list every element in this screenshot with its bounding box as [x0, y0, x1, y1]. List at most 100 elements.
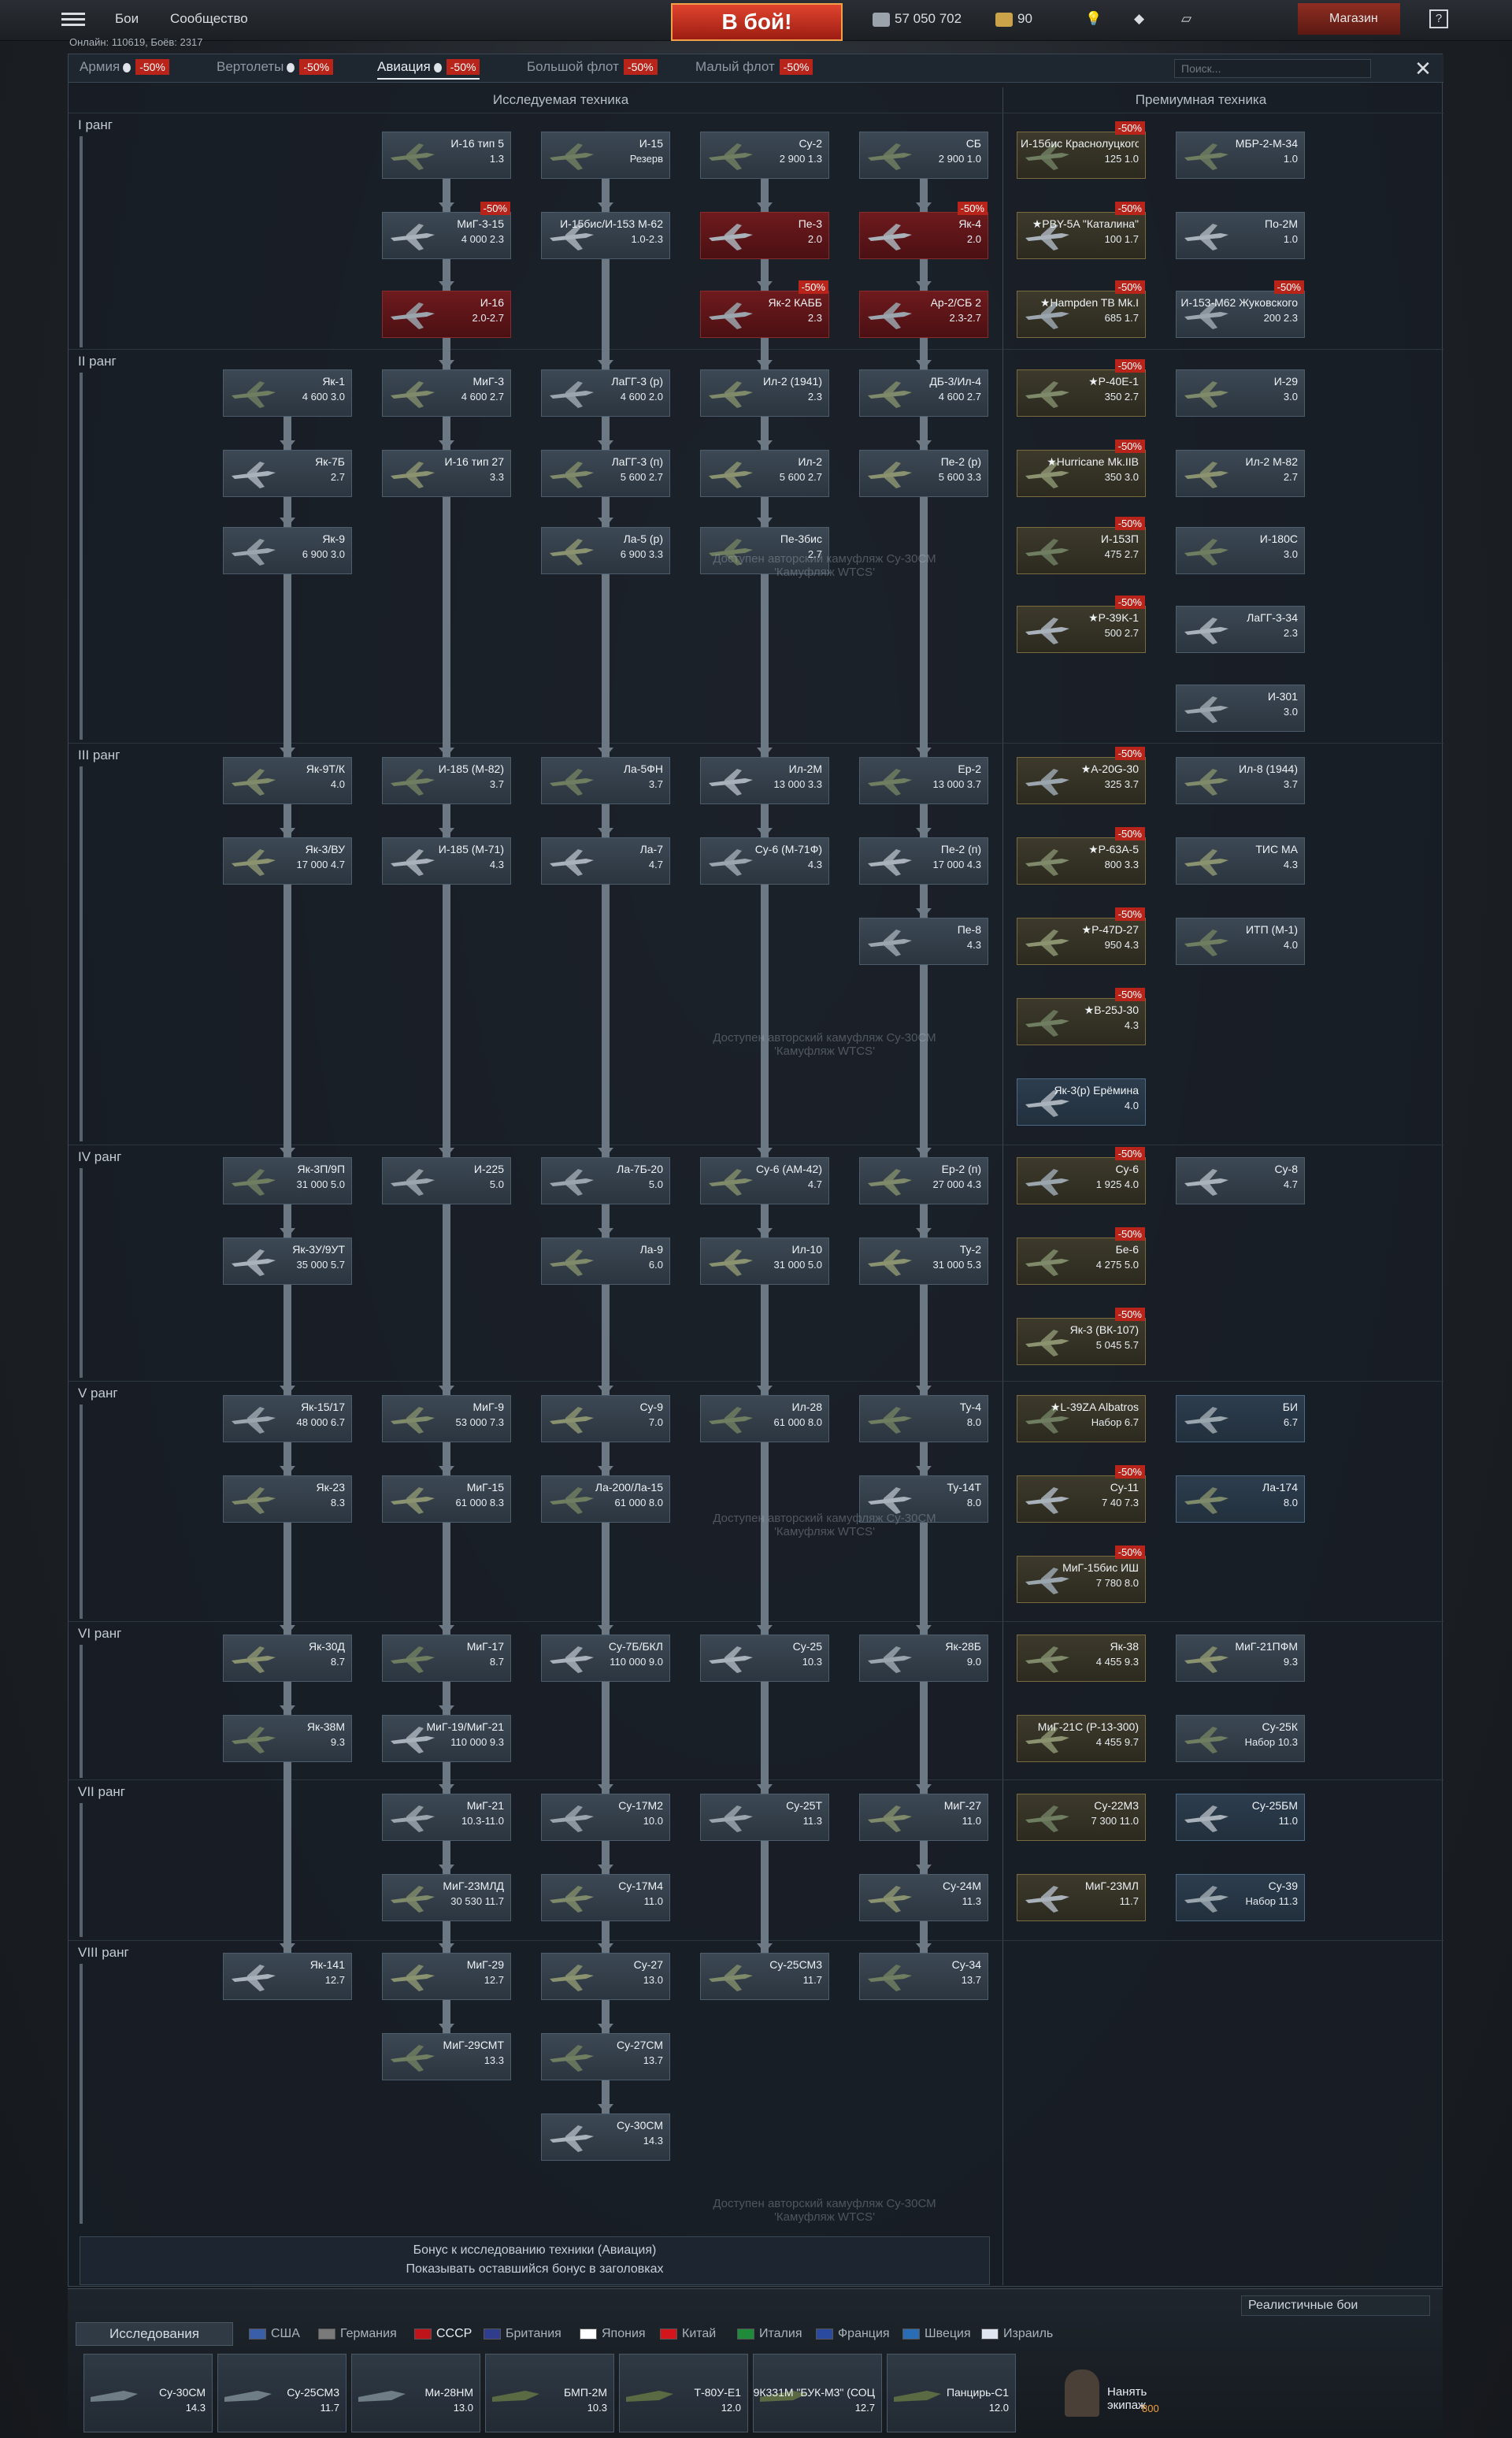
vehicle-card[interactable]: И-16 2.0-2.7 — [382, 291, 511, 338]
vehicle-card[interactable]: ЛаГГ-3 (п) 5 600 2.7 — [541, 450, 670, 497]
vehicle-card[interactable]: Су-2 2 900 1.3 — [700, 132, 829, 179]
vehicle-card[interactable]: БИ 6.7 — [1176, 1395, 1305, 1442]
vehicle-card[interactable]: Як-141 12.7 — [223, 1953, 352, 2000]
vehicle-card[interactable]: И-225 5.0 — [382, 1157, 511, 1204]
vehicle-card[interactable]: И-16 тип 27 3.3 — [382, 450, 511, 497]
vehicle-card[interactable]: ★A-20G-30 325 3.7 -50% — [1017, 747, 1146, 804]
vehicle-card[interactable]: Пе-3 2.0 — [700, 212, 829, 259]
nation-tab[interactable]: Франция — [816, 2327, 890, 2341]
vehicle-card[interactable]: Як-3(р) Ерёмина 4.0 — [1017, 1078, 1146, 1126]
vehicle-card[interactable]: Ла-200/Ла-15 61 000 8.0 — [541, 1475, 670, 1523]
vehicle-card[interactable]: Ил-10 31 000 5.0 — [700, 1238, 829, 1285]
hire-crew-slot[interactable]: Нанять экипаж 800 — [1060, 2354, 1186, 2432]
vehicle-card[interactable]: ЛаГГ-3 (р) 4 600 2.0 — [541, 369, 670, 417]
vehicle-card[interactable]: Бе-6 4 275 5.0 -50% — [1017, 1227, 1146, 1285]
vehicle-card[interactable]: Су-25К Набор 10.3 — [1176, 1715, 1305, 1762]
vehicle-card[interactable]: Ту-4 8.0 — [859, 1395, 988, 1442]
rank-label[interactable]: VIII ранг — [78, 1945, 129, 1961]
vehicle-card[interactable]: Су-22М3 7 300 11.0 — [1017, 1794, 1146, 1841]
help-button[interactable]: ? — [1429, 9, 1448, 28]
vehicle-card[interactable]: МиГ-9 53 000 7.3 — [382, 1395, 511, 1442]
vehicle-card[interactable]: Як-1 4 600 3.0 — [223, 369, 352, 417]
vehicle-card[interactable]: Як-9Т/К 4.0 — [223, 757, 352, 804]
vehicle-card[interactable]: МиГ-15бис ИШ 7 780 8.0 -50% — [1017, 1546, 1146, 1603]
vehicle-card[interactable]: Су-30СМ 14.3 — [541, 2113, 670, 2161]
vehicle-card[interactable]: И-153П 475 2.7 -50% — [1017, 517, 1146, 574]
vehicle-card[interactable]: Су-27 13.0 — [541, 1953, 670, 2000]
rank-label[interactable]: III ранг — [78, 748, 120, 763]
vehicle-card[interactable]: Як-3/ВУ 17 000 4.7 — [223, 837, 352, 885]
vehicle-card[interactable]: Су-24М 11.3 — [859, 1874, 988, 1921]
vehicle-card[interactable]: МиГ-3-15 4 000 2.3 -50% — [382, 202, 511, 259]
vehicle-card[interactable]: Су-6 (АМ-42) 4.7 — [700, 1157, 829, 1204]
vehicle-card[interactable]: Ла-174 8.0 — [1176, 1475, 1305, 1523]
vehicle-card[interactable]: Ил-28 61 000 8.0 — [700, 1395, 829, 1442]
tab-coastal-fleet[interactable]: Малый флот -50% — [695, 59, 813, 75]
vehicle-card[interactable]: Ла-9 6.0 — [541, 1238, 670, 1285]
vehicle-card[interactable]: Су-39 Набор 11.3 — [1176, 1874, 1305, 1921]
vehicle-card[interactable]: Су-9 7.0 — [541, 1395, 670, 1442]
nation-tab[interactable]: Германия — [318, 2327, 397, 2341]
vehicle-card[interactable]: Су-25СМ3 11.7 — [700, 1953, 829, 2000]
vehicle-card[interactable]: Су-6 1 925 4.0 -50% — [1017, 1147, 1146, 1204]
vehicle-card[interactable]: По-2М 1.0 — [1176, 212, 1305, 259]
vehicle-card[interactable]: МиГ-21 10.3-11.0 — [382, 1794, 511, 1841]
crew-slot[interactable]: Ми-28НМ 13.0 — [351, 2354, 480, 2432]
vehicle-card[interactable]: МиГ-29СМТ 13.3 — [382, 2033, 511, 2080]
vehicle-card[interactable]: Пе-2 (р) 5 600 3.3 — [859, 450, 988, 497]
rank-label[interactable]: II ранг — [78, 354, 117, 369]
vehicle-card[interactable]: Су-11 7 40 7.3 -50% — [1017, 1465, 1146, 1523]
nav-community[interactable]: Сообщество — [170, 11, 248, 27]
nation-tab[interactable]: Китай — [660, 2327, 716, 2341]
vehicle-card[interactable]: ЛаГГ-3-34 2.3 — [1176, 606, 1305, 653]
tab-helicopters[interactable]: Вертолеты -50% — [217, 59, 334, 75]
crew-slot[interactable]: БМП-2М 10.3 — [485, 2354, 614, 2432]
vehicle-card[interactable]: Ил-2 (1941) 2.3 — [700, 369, 829, 417]
vehicle-card[interactable]: Як-4 2.0 -50% — [859, 202, 988, 259]
search-input[interactable]: Поиск... — [1174, 59, 1371, 78]
vehicle-card[interactable]: Ту-2 31 000 5.3 — [859, 1238, 988, 1285]
vehicle-card[interactable]: СБ 2 900 1.0 — [859, 132, 988, 179]
vehicle-card[interactable]: И-15бис Краснолуцкого 125 1.0 -50% — [1017, 121, 1146, 179]
vehicle-card[interactable]: Су-25 10.3 — [700, 1635, 829, 1682]
bonus-toggle[interactable]: Показывать оставшийся бонус в заголовках — [80, 2262, 989, 2277]
vehicle-card[interactable]: ★B-25J-30 4.3 -50% — [1017, 988, 1146, 1045]
vehicle-card[interactable]: И-185 (М-71) 4.3 — [382, 837, 511, 885]
vehicle-card[interactable]: ★PBY-5A "Каталина" 100 1.7 -50% — [1017, 202, 1146, 259]
vehicle-card[interactable]: Ер-2 13 000 3.7 — [859, 757, 988, 804]
vehicle-card[interactable]: И-16 тип 5 1.3 — [382, 132, 511, 179]
vehicle-card[interactable]: МиГ-23МЛ 11.7 — [1017, 1874, 1146, 1921]
game-mode-select[interactable]: Реалистичные бои — [1241, 2295, 1430, 2316]
vehicle-card[interactable]: Ла-5ФН 3.7 — [541, 757, 670, 804]
vehicle-card[interactable]: Ла-5 (р) 6 900 3.3 — [541, 527, 670, 574]
vehicle-card[interactable]: Ил-2 5 600 2.7 — [700, 450, 829, 497]
rank-label[interactable]: VI ранг — [78, 1626, 121, 1642]
vehicle-card[interactable]: Ла-7 4.7 — [541, 837, 670, 885]
nation-tab[interactable]: СССР — [414, 2327, 472, 2341]
vehicle-card[interactable]: ★Hampden TB Mk.I 685 1.7 -50% — [1017, 280, 1146, 338]
vehicle-card[interactable]: Су-6 (М-71Ф) 4.3 — [700, 837, 829, 885]
vehicle-card[interactable]: Су-25БМ 11.0 — [1176, 1794, 1305, 1841]
crew-slot[interactable]: Су-25СМ3 11.7 — [217, 2354, 346, 2432]
crew-slot[interactable]: Т-80У-Е1 12.0 — [619, 2354, 748, 2432]
vehicle-card[interactable]: МиГ-29 12.7 — [382, 1953, 511, 2000]
crew-slot[interactable]: Су-30СМ 14.3 — [83, 2354, 213, 2432]
nav-battles[interactable]: Бои — [115, 11, 139, 27]
bulb-icon[interactable]: 💡 — [1085, 11, 1102, 27]
vehicle-card[interactable]: Ла-7Б-20 5.0 — [541, 1157, 670, 1204]
vehicle-card[interactable]: МиГ-23МЛД 30 530 11.7 — [382, 1874, 511, 1921]
vehicle-card[interactable]: Як-28Б 9.0 — [859, 1635, 988, 1682]
vehicle-card[interactable]: МиГ-27 11.0 — [859, 1794, 988, 1841]
vehicle-card[interactable]: Су-7Б/БКЛ 110 000 9.0 — [541, 1635, 670, 1682]
vehicle-card[interactable]: И-15 Резерв — [541, 132, 670, 179]
vehicle-card[interactable]: И-180С 3.0 — [1176, 527, 1305, 574]
research-tab[interactable]: Исследования — [76, 2322, 233, 2346]
crew-slot[interactable]: 9К331М "БУК-М3" (СОЦ 12.7 — [753, 2354, 882, 2432]
vehicle-card[interactable]: МиГ-3 4 600 2.7 — [382, 369, 511, 417]
vehicle-card[interactable]: Як-7Б 2.7 — [223, 450, 352, 497]
vehicle-card[interactable]: Як-2 КАББ 2.3 -50% — [700, 280, 829, 338]
vehicle-card[interactable]: ★P-40E-1 350 2.7 -50% — [1017, 359, 1146, 417]
vehicle-card[interactable]: Ил-2 М-82 2.7 — [1176, 450, 1305, 497]
vehicle-card[interactable]: ИТП (М-1) 4.0 — [1176, 918, 1305, 965]
rank-label[interactable]: I ранг — [78, 117, 113, 133]
